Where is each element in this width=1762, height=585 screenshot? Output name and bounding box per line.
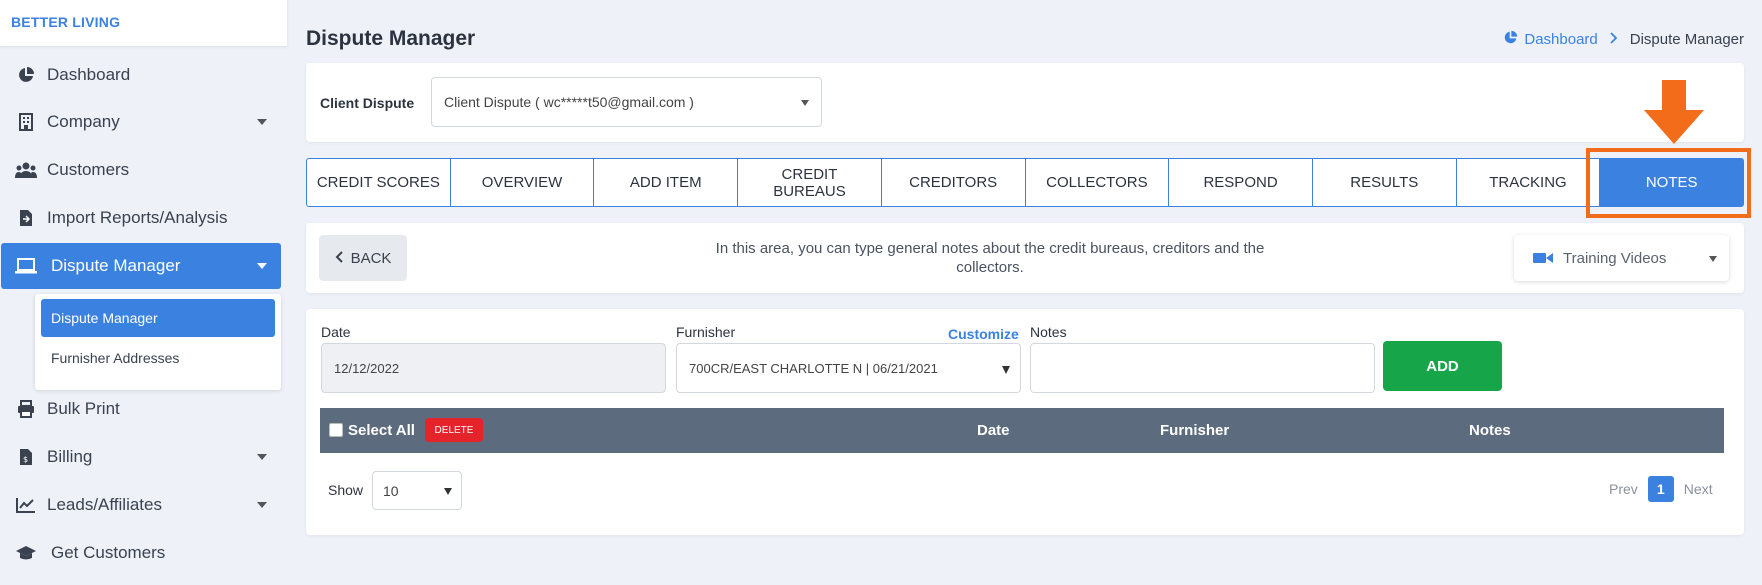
submenu-item-dispute-manager[interactable]: Dispute Manager: [41, 299, 275, 337]
sidebar-item-label: Leads/Affiliates: [47, 495, 162, 514]
sidebar-item-label: Get Customers: [51, 543, 166, 562]
date-field[interactable]: 12/12/2022: [321, 343, 666, 393]
page-title: Dispute Manager: [306, 27, 476, 50]
tab-creditors[interactable]: CREDITORS: [882, 159, 1026, 206]
customize-link[interactable]: Customize: [948, 326, 1019, 342]
show-label: Show: [328, 482, 364, 498]
select-all-checkbox[interactable]: [329, 423, 343, 437]
sidebar-item-label: Bulk Print: [47, 399, 120, 418]
delete-button[interactable]: DELETE: [425, 418, 483, 442]
sidebar-item-bulk-print[interactable]: Bulk Print: [0, 386, 281, 432]
graduation-cap-icon: [15, 543, 37, 563]
sidebar-item-get-customers[interactable]: Get Customers: [0, 530, 281, 576]
building-icon: [15, 112, 37, 132]
laptop-icon: [15, 256, 37, 276]
svg-text:$: $: [23, 455, 28, 464]
brand-name: BETTER LIVING: [11, 14, 121, 30]
sidebar-item-label: Import Reports/Analysis: [47, 208, 228, 227]
brand-header: BETTER LIVING: [0, 0, 287, 46]
column-header-date[interactable]: Date: [977, 422, 1010, 439]
breadcrumb: Dashboard Dispute Manager: [1503, 30, 1744, 49]
prev-page-button[interactable]: Prev: [1609, 481, 1638, 497]
sidebar-item-label: Company: [47, 112, 120, 131]
column-header-notes[interactable]: Notes: [1469, 422, 1511, 439]
notes-label: Notes: [1030, 324, 1067, 340]
breadcrumb-current: Dispute Manager: [1629, 31, 1744, 48]
client-dispute-card: Client Dispute Client Dispute ( wc*****t…: [306, 63, 1744, 142]
sidebar-item-company[interactable]: Company: [0, 99, 281, 145]
chevron-down-icon: [1002, 366, 1010, 374]
client-dispute-value: Client Dispute ( wc*****t50@gmail.com ): [444, 94, 694, 110]
notes-tab-highlight: [1586, 148, 1751, 218]
tab-tracking[interactable]: TRACKING: [1457, 159, 1601, 206]
notes-info-text: In this area, you can type general notes…: [715, 240, 1265, 276]
training-videos-dropdown[interactable]: Training Videos: [1514, 235, 1729, 281]
page-size-value: 10: [383, 482, 399, 499]
furnisher-value: 700CR/EAST CHARLOTTE N | 06/21/2021: [689, 360, 938, 376]
back-button-label: BACK: [350, 249, 392, 267]
tab-results[interactable]: RESULTS: [1313, 159, 1457, 206]
chevron-down-icon: [1709, 256, 1717, 262]
tab-respond[interactable]: RESPOND: [1169, 159, 1313, 206]
tab-collectors[interactable]: COLLECTORS: [1026, 159, 1170, 206]
sidebar-item-label: Customers: [47, 160, 130, 179]
dispute-submenu: Dispute Manager Furnisher Addresses: [35, 294, 281, 390]
chevron-down-icon: [257, 119, 267, 125]
chevron-down-icon: [257, 263, 267, 269]
tab-add-item[interactable]: ADD ITEM: [594, 159, 739, 206]
pagination: Prev 1 Next: [1609, 476, 1713, 502]
tab-credit-bureaus[interactable]: CREDIT BUREAUS: [738, 159, 882, 206]
page-size-select[interactable]: 10: [372, 471, 462, 510]
breadcrumb-dashboard-link[interactable]: Dashboard: [1524, 31, 1597, 48]
sidebar-item-billing[interactable]: $ Billing: [0, 434, 281, 480]
date-label: Date: [321, 324, 351, 340]
pie-chart-icon: [1503, 30, 1518, 49]
next-page-button[interactable]: Next: [1684, 481, 1713, 497]
sidebar-item-label: Billing: [47, 447, 93, 466]
notes-table-header: Select All DELETE Date Furnisher Notes: [320, 408, 1724, 453]
sidebar: BETTER LIVING Dashboard Company Customer…: [0, 0, 288, 585]
chevron-down-icon: [257, 502, 267, 508]
submenu-item-furnisher-addresses[interactable]: Furnisher Addresses: [41, 339, 275, 377]
chevron-down-icon: [801, 100, 809, 106]
dispute-tabs: CREDIT SCORES OVERVIEW ADD ITEM CREDIT B…: [306, 158, 1744, 207]
sidebar-item-import-reports[interactable]: Import Reports/Analysis: [0, 195, 281, 241]
select-all-label: Select All: [348, 422, 415, 439]
video-camera-icon: [1533, 251, 1553, 265]
training-videos-label: Training Videos: [1563, 249, 1667, 267]
sidebar-item-label: Dispute Manager: [51, 256, 181, 275]
column-header-furnisher[interactable]: Furnisher: [1160, 422, 1229, 439]
add-note-button[interactable]: ADD: [1383, 341, 1502, 391]
tab-credit-scores[interactable]: CREDIT SCORES: [307, 159, 451, 206]
users-icon: [15, 160, 37, 180]
sidebar-item-label: Dashboard: [47, 65, 131, 84]
file-import-icon: [15, 208, 37, 228]
chevron-down-icon: [257, 454, 267, 460]
sidebar-item-dispute-manager[interactable]: Dispute Manager: [1, 243, 281, 289]
chevron-left-icon: [335, 250, 343, 267]
date-value: 12/12/2022: [334, 360, 400, 376]
back-button[interactable]: BACK: [319, 235, 407, 281]
notes-input[interactable]: [1030, 343, 1375, 393]
chevron-down-icon: [444, 488, 452, 495]
chevron-right-icon: [1610, 31, 1618, 48]
furnisher-label: Furnisher: [676, 324, 736, 340]
sidebar-item-leads-affiliates[interactable]: Leads/Affiliates: [0, 482, 281, 528]
sidebar-item-customers[interactable]: Customers: [0, 147, 281, 193]
client-dispute-label: Client Dispute: [320, 95, 415, 111]
page-number-button[interactable]: 1: [1647, 476, 1674, 502]
sidebar-item-dashboard[interactable]: Dashboard: [0, 52, 281, 98]
down-arrow-icon: [1642, 80, 1706, 149]
invoice-icon: $: [15, 447, 37, 467]
tab-overview[interactable]: OVERVIEW: [451, 159, 595, 206]
chart-line-icon: [15, 495, 37, 515]
pie-chart-icon: [15, 65, 37, 85]
printer-icon: [15, 399, 37, 419]
furnisher-select[interactable]: 700CR/EAST CHARLOTTE N | 06/21/2021: [676, 343, 1021, 393]
client-dispute-select[interactable]: Client Dispute ( wc*****t50@gmail.com ): [431, 77, 822, 127]
